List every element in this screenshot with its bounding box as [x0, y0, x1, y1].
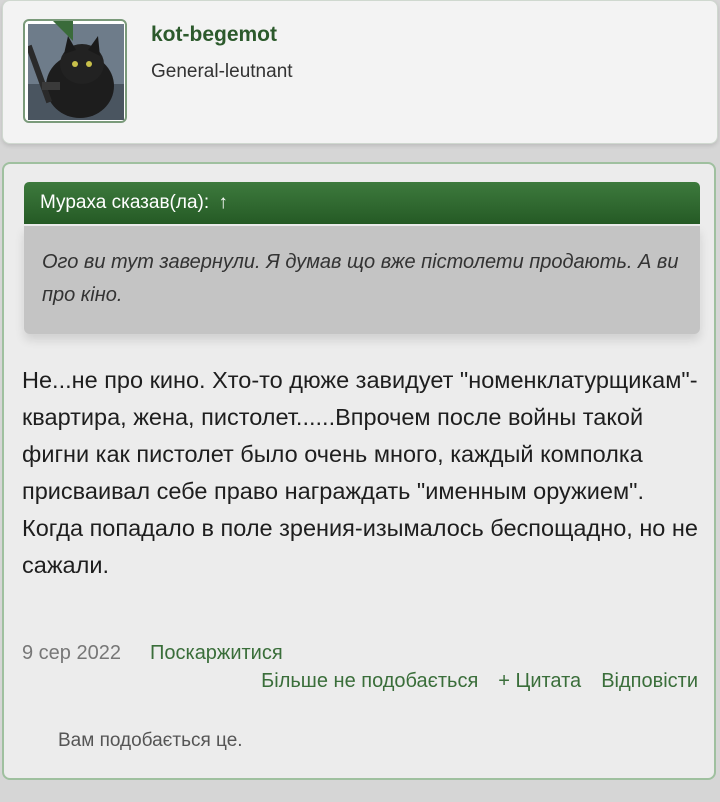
user-card: kot-begemot General-leutnant — [2, 0, 718, 144]
quote-jump-arrow-icon[interactable]: ↑ — [218, 192, 228, 213]
quote-button[interactable]: + Цитата — [498, 670, 581, 693]
reply-button[interactable]: Відповісти — [601, 670, 698, 693]
post-text: Не...не про кино. Хто-то дюже завидует "… — [22, 367, 698, 578]
post-card: Мураха сказав(ла): ↑ Ого ви тут завернул… — [2, 162, 716, 780]
avatar-corner-badge — [51, 21, 73, 41]
post-date[interactable]: 9 сер 2022 — [22, 642, 121, 665]
likes-summary: Вам подобається це. — [58, 730, 243, 751]
username-link[interactable]: kot-begemot — [151, 23, 277, 47]
quote-header: Мураха сказав(ла): ↑ — [24, 182, 700, 224]
unlike-button[interactable]: Більше не подобається — [261, 670, 478, 693]
user-title: General-leutnant — [151, 61, 293, 82]
post-actions: Більше не подобається + Цитата Відповіст… — [261, 670, 698, 693]
quote-author: Мураха сказав(ла): — [40, 192, 210, 213]
report-link[interactable]: Поскаржитися — [150, 642, 283, 665]
quote-body: Ого ви тут завернули. Я думав що вже піс… — [24, 226, 700, 334]
avatar[interactable] — [23, 19, 127, 123]
avatar-cat-image — [28, 24, 124, 120]
